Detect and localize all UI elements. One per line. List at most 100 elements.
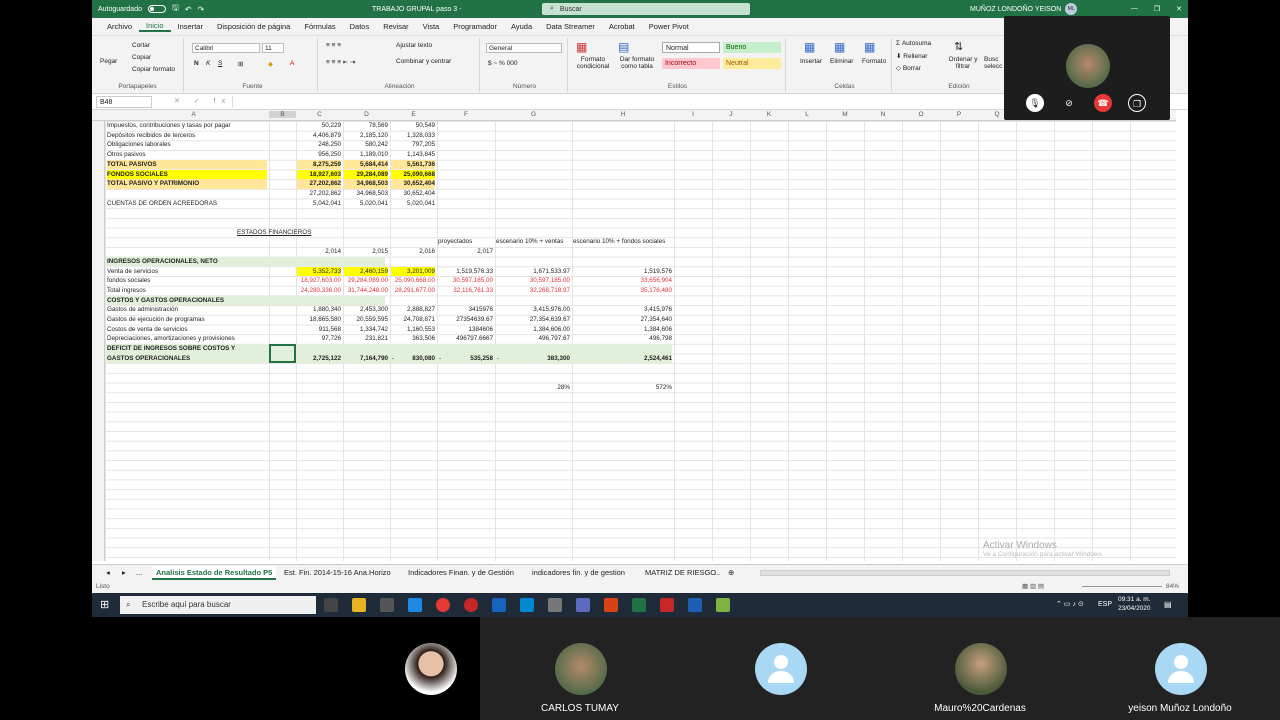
column-header-m[interactable]: M: [826, 111, 864, 118]
cell-d[interactable]: 34,968,503: [344, 189, 388, 199]
cell-h[interactable]: escenario 10% + fondos sociales: [573, 237, 672, 247]
column-header-p[interactable]: P: [940, 111, 978, 118]
windows-start-icon[interactable]: ⊞: [100, 598, 109, 611]
table-row[interactable]: 38INGRESOS OPERACIONALES, NETO: [105, 256, 1176, 267]
cell-c[interactable]: 8,275,259: [297, 159, 341, 170]
cell-d[interactable]: 1,334,742: [344, 325, 388, 335]
camera-off-icon[interactable]: ⊘: [1060, 94, 1078, 112]
cell-e[interactable]: 30,652,404: [391, 189, 435, 199]
cell-a[interactable]: Venta de servicios: [107, 267, 267, 277]
cell-g[interactable]: 32,268,718.97: [496, 286, 570, 296]
column-header-j[interactable]: J: [712, 111, 750, 118]
cell-e[interactable]: 5,020,041: [391, 199, 435, 209]
cell-h[interactable]: 3,415,976: [573, 305, 672, 315]
cell-h[interactable]: 27,354,640: [573, 315, 672, 325]
column-header-o[interactable]: O: [902, 111, 940, 118]
opera-icon[interactable]: [464, 598, 478, 612]
column-header-l[interactable]: L: [788, 111, 826, 118]
cell-h[interactable]: 572%: [573, 383, 672, 393]
autosum-button[interactable]: Σ Autosuma: [896, 40, 931, 47]
find-select-button[interactable]: Busc selecc: [984, 56, 1002, 70]
table-row[interactable]: 57: [105, 441, 1176, 451]
cell-e[interactable]: 1,328,033: [391, 131, 435, 141]
cell-c[interactable]: 2,014: [297, 247, 341, 257]
tab-insertar[interactable]: Insertar: [171, 22, 210, 31]
copy-format-button[interactable]: Copiar formato: [132, 66, 175, 73]
cell-a[interactable]: Costos de venta de servicios: [107, 325, 267, 335]
tab-inicio[interactable]: Inicio: [139, 21, 171, 32]
fill-button[interactable]: ⬇ Rellenar: [896, 52, 927, 60]
cell-d[interactable]: 5,684,414: [344, 159, 388, 170]
sheet-tab-est-fin[interactable]: Est. Fin. 2014-15-16 Ana.Horizo: [284, 568, 391, 577]
cell-d[interactable]: 231,821: [344, 334, 388, 344]
cell-a[interactable]: CUENTAS DE ORDEN ACREEDORAS: [107, 199, 267, 209]
cell-c[interactable]: 956,250: [297, 150, 341, 160]
cell-d[interactable]: 31,744,248.00: [344, 286, 388, 296]
cell-f[interactable]: proyectados: [438, 237, 493, 247]
table-row[interactable]: 35ESTADOS FINANCIEROS: [105, 228, 1176, 238]
cell-f[interactable]: 1384606: [438, 325, 493, 335]
tab-disposicion[interactable]: Disposición de página: [210, 22, 297, 31]
table-row[interactable]: 28TOTAL PASIVOS8,275,2595,684,4145,561,7…: [105, 159, 1176, 170]
column-header-c[interactable]: C: [296, 111, 343, 118]
tray-icons[interactable]: ⌃ ▭ ♪ ⊙: [1056, 600, 1084, 608]
cell-c[interactable]: 27,202,862: [297, 179, 341, 189]
tab-formulas[interactable]: Fórmulas: [297, 22, 342, 31]
cell-e[interactable]: 1,143,845: [391, 150, 435, 160]
cell-g[interactable]: 383,300: [496, 354, 570, 364]
cell-d[interactable]: 1,189,010: [344, 150, 388, 160]
number-format-select[interactable]: General: [486, 43, 562, 53]
bold-button[interactable]: N: [194, 60, 199, 67]
cell-e[interactable]: 5,561,736: [391, 159, 435, 170]
style-normal[interactable]: Normal: [662, 42, 720, 53]
table-row[interactable]: 36proyectadosescenario 10% + ventasescen…: [105, 237, 1176, 247]
table-row[interactable]: 65: [105, 519, 1176, 529]
cell-c[interactable]: 2,725,122: [297, 354, 341, 364]
cell-e[interactable]: 797,205: [391, 140, 435, 150]
edge-icon[interactable]: [408, 598, 422, 612]
store-icon[interactable]: [380, 598, 394, 612]
sheet-more-left[interactable]: ...: [136, 568, 142, 577]
italic-button[interactable]: K: [206, 60, 210, 67]
font-color-icon[interactable]: A: [290, 60, 294, 67]
merge-center-button[interactable]: Combinar y centrar: [396, 58, 451, 65]
android-icon[interactable]: [716, 598, 730, 612]
table-row[interactable]: 53: [105, 402, 1176, 412]
cell-c[interactable]: 1,880,340: [297, 305, 341, 315]
table-row[interactable]: 24Impuestos, contribuciones y tasas por …: [105, 121, 1176, 131]
cell-d[interactable]: 2,185,120: [344, 131, 388, 141]
table-row[interactable]: 40fondos sociales18,927,603.0029,284,089…: [105, 276, 1176, 286]
app-icon[interactable]: [576, 598, 590, 612]
tab-vista[interactable]: Vista: [416, 22, 447, 31]
cell-a[interactable]: Depreciaciones, amortizaciones y provisi…: [107, 334, 267, 344]
powerpoint-icon[interactable]: [604, 598, 618, 612]
view-normal-icon[interactable]: ▦ ▥ ▤: [1022, 582, 1044, 590]
cell-c[interactable]: 27,202,862: [297, 189, 341, 199]
cell-e[interactable]: 2,016: [391, 247, 435, 257]
zoom-slider[interactable]: [1082, 586, 1162, 587]
skype-icon[interactable]: [520, 598, 534, 612]
mail-icon[interactable]: [492, 598, 506, 612]
table-row[interactable]: 44Gastos de ejecución de programas18,665…: [105, 315, 1176, 325]
wrap-text-button[interactable]: Ajustar texto: [396, 42, 432, 49]
column-header-b[interactable]: B: [269, 111, 296, 118]
spreadsheet-grid[interactable]: 24Impuestos, contribuciones y tasas por …: [105, 121, 1176, 561]
currency-icon[interactable]: $ ~ % 000: [488, 60, 517, 67]
table-row[interactable]: 41Total ingresos24,280,336.0031,744,248.…: [105, 286, 1176, 296]
table-row[interactable]: 46Depreciaciones, amortizaciones y provi…: [105, 334, 1176, 344]
tab-revisar[interactable]: Revisar: [376, 22, 415, 31]
sheet-more-right[interactable]: ...: [714, 568, 720, 577]
table-row[interactable]: 32CUENTAS DE ORDEN ACREEDORAS5,042,0415,…: [105, 199, 1176, 209]
user-account[interactable]: MUÑOZ LONDOÑO YEISON ML: [970, 3, 1078, 15]
sort-filter-button[interactable]: Ordenar y filtrar: [946, 56, 980, 70]
table-row[interactable]: 66: [105, 528, 1176, 538]
task-view-icon[interactable]: [324, 598, 338, 612]
function-icon[interactable]: ✕ ✓ fx: [174, 97, 231, 105]
table-row[interactable]: 34: [105, 218, 1176, 228]
table-row[interactable]: 58: [105, 451, 1176, 461]
cell-c[interactable]: 5,042,041: [297, 199, 341, 209]
table-row[interactable]: 45Costos de venta de servicios911,5681,3…: [105, 325, 1176, 335]
cell-f[interactable]: 3415976: [438, 305, 493, 315]
table-row[interactable]: 29FONDOS SOCIALES18,927,60329,284,08925,…: [105, 169, 1176, 180]
cell-a[interactable]: TOTAL PASIVO Y PATRIMONIO: [107, 179, 267, 189]
